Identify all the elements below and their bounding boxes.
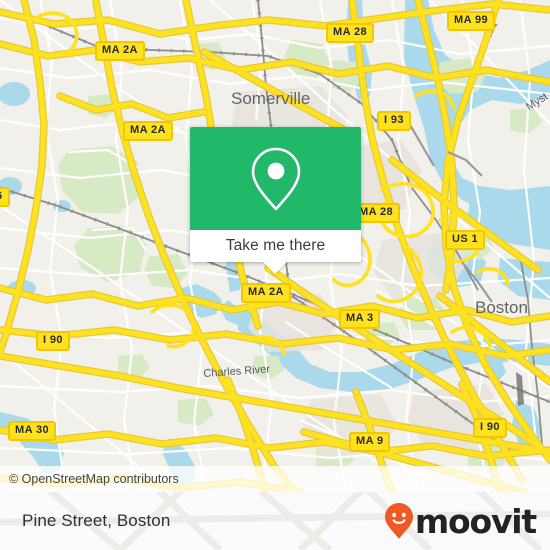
highway-shield: MA 9 (349, 432, 391, 452)
highway-shield: 6 (0, 187, 10, 207)
highway-shield: MA 3 (339, 309, 381, 329)
highway-shield: MA 99 (447, 11, 495, 31)
place-label-boston: Boston (475, 298, 528, 317)
highway-shield: US 1 (445, 230, 486, 250)
osm-attribution-text[interactable]: © OpenStreetMap contributors (0, 472, 179, 486)
callout-action-area[interactable]: Take me there (190, 230, 361, 274)
moovit-smiley-pin-icon (384, 503, 413, 539)
highway-shield: I 93 (377, 111, 411, 131)
map-attribution-bar: © OpenStreetMap contributors (0, 466, 550, 492)
moovit-map-screenshot: MA 2A MA 28 MA 99 MA 2A I 93 6 MA 28 US … (0, 0, 550, 550)
highway-shield: I 90 (36, 331, 70, 351)
place-label-somerville: Somerville (231, 89, 311, 108)
footer-bar: Pine Street, Boston moovit (0, 492, 550, 550)
highway-shield: MA 2A (241, 283, 291, 303)
take-me-there-label: Take me there (225, 237, 326, 254)
highway-shield: MA 2A (123, 121, 173, 141)
highway-shield: MA 2A (95, 41, 145, 61)
callout-pin-area (190, 127, 361, 230)
destination-callout-card[interactable]: Take me there (190, 127, 361, 274)
moovit-brand-logo[interactable]: moovit (384, 502, 550, 540)
location-title: Pine Street, Boston (22, 511, 171, 530)
map-pin-icon (251, 147, 300, 210)
highway-shield: MA 30 (8, 421, 56, 441)
map-canvas[interactable]: MA 2A MA 28 MA 99 MA 2A I 93 6 MA 28 US … (0, 0, 550, 492)
callout-tail-pointer (262, 261, 288, 274)
moovit-wordmark: moovit (414, 501, 537, 541)
highway-shield: MA 28 (326, 23, 374, 43)
highway-shield: I 90 (473, 418, 507, 438)
